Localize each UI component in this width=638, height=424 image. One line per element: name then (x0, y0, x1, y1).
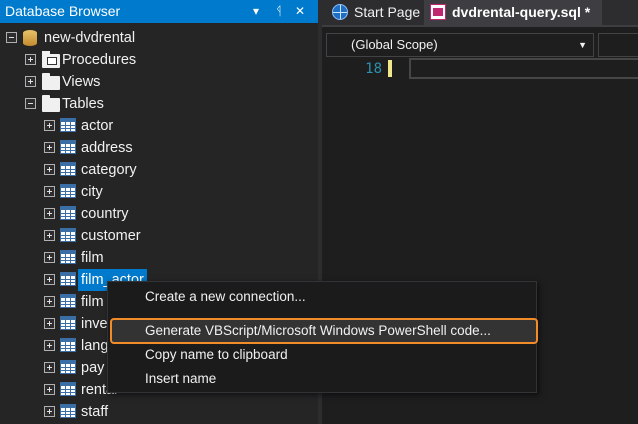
pin-icon[interactable]: ᛩ (271, 0, 287, 23)
sql-file-icon (430, 4, 446, 20)
tree-item-table[interactable]: category (0, 159, 318, 181)
table-label: staff (81, 404, 109, 420)
expand-icon[interactable] (44, 252, 55, 263)
current-line-highlight (409, 58, 638, 79)
table-icon (60, 228, 76, 242)
table-icon (60, 118, 76, 132)
chevron-down-icon: ▼ (578, 40, 587, 50)
table-label: country (81, 206, 129, 222)
table-icon (60, 250, 76, 264)
tab-label: Start Page (354, 4, 421, 20)
table-icon (60, 404, 76, 418)
tab-dvdrental-query[interactable]: dvdrental-query.sql * (424, 0, 602, 25)
tree-item-views[interactable]: Views (0, 71, 318, 93)
expand-icon[interactable] (44, 208, 55, 219)
connection-label: new-dvdrental (44, 30, 136, 46)
database-icon (23, 30, 37, 46)
menu-item-create-connection[interactable]: Create a new connection... (108, 285, 536, 308)
tree-item-procedures[interactable]: Procedures (0, 49, 318, 71)
tree-item-table[interactable]: staff (0, 401, 318, 423)
expand-icon[interactable] (44, 362, 55, 373)
panel-header: Database Browser ▾ ᛩ ✕ (0, 0, 318, 23)
expand-icon[interactable] (44, 274, 55, 285)
table-label: actor (81, 118, 114, 134)
table-icon (60, 360, 76, 374)
tree-item-connection[interactable]: new-dvdrental (0, 27, 318, 49)
expand-icon[interactable] (44, 318, 55, 329)
line-number: 18 (365, 61, 382, 77)
table-label: inve (81, 316, 108, 332)
folder-icon (42, 95, 60, 112)
tree-item-table[interactable]: film (0, 247, 318, 269)
collapse-icon[interactable] (25, 98, 36, 109)
panel-title: Database Browser (5, 3, 121, 19)
tables-label: Tables (62, 96, 104, 112)
scope-value: (Global Scope) (351, 37, 438, 52)
table-label: film (81, 294, 104, 310)
scope-dropdown[interactable]: (Global Scope) ▼ (326, 33, 594, 57)
tab-start-page[interactable]: Start Page (326, 0, 422, 25)
expand-icon[interactable] (44, 384, 55, 395)
table-label: film (81, 250, 104, 266)
procedures-folder-icon (42, 51, 60, 68)
close-icon[interactable]: ✕ (292, 0, 308, 23)
table-icon (60, 184, 76, 198)
expand-icon[interactable] (44, 164, 55, 175)
context-menu: Create a new connection... Generate VBSc… (107, 281, 538, 393)
table-icon (60, 140, 76, 154)
change-marker (388, 60, 392, 77)
tree-item-table[interactable]: address (0, 137, 318, 159)
tab-label: dvdrental-query.sql * (452, 4, 591, 20)
folder-icon (42, 73, 60, 90)
tree-item-table[interactable]: customer (0, 225, 318, 247)
expand-icon[interactable] (44, 120, 55, 131)
member-dropdown[interactable] (598, 33, 638, 57)
table-icon (60, 162, 76, 176)
expand-icon[interactable] (44, 230, 55, 241)
collapse-icon[interactable] (6, 32, 17, 43)
table-label: pay (81, 360, 105, 376)
globe-icon (332, 4, 348, 20)
table-icon (60, 294, 76, 308)
expand-icon[interactable] (44, 340, 55, 351)
expand-icon[interactable] (44, 296, 55, 307)
table-label: customer (81, 228, 141, 244)
expand-icon[interactable] (44, 406, 55, 417)
menu-item-copy-name[interactable]: Copy name to clipboard (108, 343, 536, 366)
table-icon (60, 338, 76, 352)
expand-icon[interactable] (44, 186, 55, 197)
panel-menu-icon[interactable]: ▾ (248, 0, 264, 23)
table-label: city (81, 184, 103, 200)
tree-item-table[interactable]: country (0, 203, 318, 225)
table-label: category (81, 162, 137, 178)
expand-icon[interactable] (44, 142, 55, 153)
table-icon (60, 316, 76, 330)
tree-item-table[interactable]: actor (0, 115, 318, 137)
table-icon (60, 206, 76, 220)
tree-item-table[interactable]: city (0, 181, 318, 203)
expand-icon[interactable] (25, 54, 36, 65)
document-tab-strip: Start Page dvdrental-query.sql * (322, 0, 638, 27)
menu-item-insert-name[interactable]: Insert name (108, 367, 536, 390)
tree-item-tables[interactable]: Tables (0, 93, 318, 115)
table-label: address (81, 140, 133, 156)
expand-icon[interactable] (25, 76, 36, 87)
procedures-label: Procedures (62, 52, 137, 68)
table-icon (60, 272, 76, 286)
views-label: Views (62, 74, 101, 90)
table-icon (60, 382, 76, 396)
menu-item-generate-script[interactable]: Generate VBScript/Microsoft Windows Powe… (108, 319, 536, 342)
